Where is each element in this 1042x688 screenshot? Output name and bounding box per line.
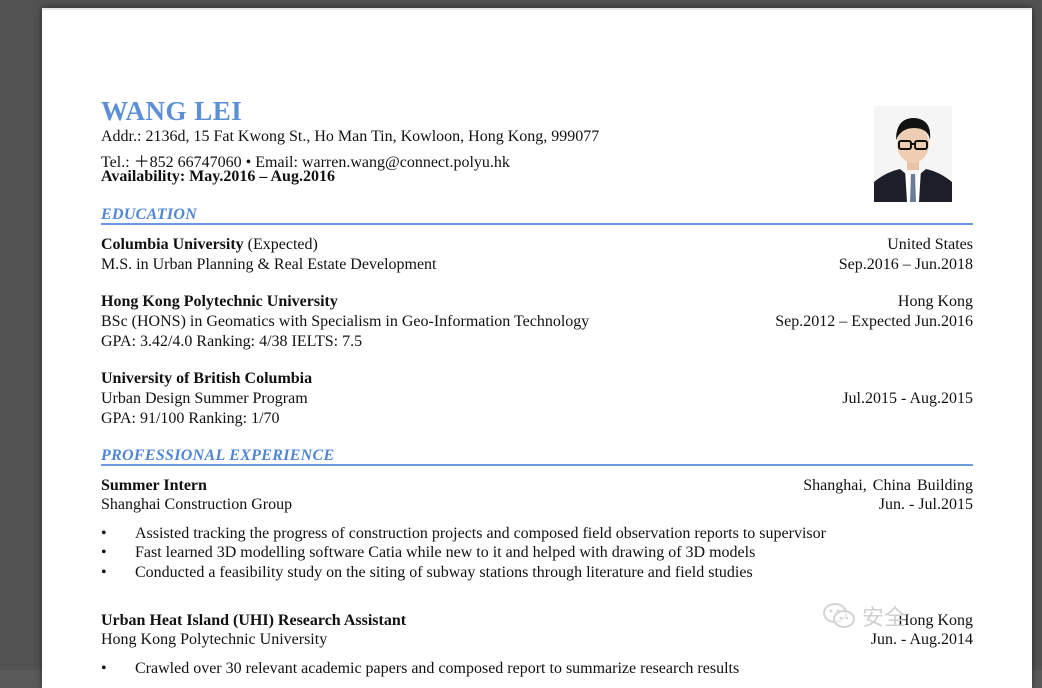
availability-line: Availability: May.2016 – Aug.2016 xyxy=(101,168,335,185)
education-degree: BSc (HONS) in Geomatics with Specialism … xyxy=(101,313,590,330)
bullet-text: Crawled over 30 relevant academic papers… xyxy=(135,660,740,677)
education-location: Hong Kong xyxy=(897,293,973,310)
address-line: Addr.: 2136d, 15 Fat Kwong St., Ho Man T… xyxy=(101,128,600,145)
list-item: • Assisted tracking the progress of const… xyxy=(101,525,826,543)
education-gpa: GPA: 91/100 Ranking: 1/70 xyxy=(101,410,280,427)
experience-dates: Jun. - Jul.2015 xyxy=(878,496,973,513)
list-item: • Fast learned 3D modelling software Cati… xyxy=(101,544,755,562)
education-school: University of British Columbia xyxy=(101,370,313,387)
experience-heading: PROFESSIONAL EXPERIENCE xyxy=(101,447,335,464)
education-degree: M.S. in Urban Planning & Real Estate Dev… xyxy=(101,256,437,273)
education-location: United States xyxy=(887,236,973,253)
watermark-text: 安全 xyxy=(862,606,907,631)
education-degree: Urban Design Summer Program xyxy=(101,390,308,407)
school-name: Columbia University xyxy=(101,236,244,253)
education-dates: Sep.2012 – Expected Jun.2016 xyxy=(775,313,973,330)
education-gpa: GPA: 3.42/4.0 Ranking: 4/38 IELTS: 7.5 xyxy=(101,333,363,350)
page-edge xyxy=(42,8,1032,10)
bullet-marker: • xyxy=(101,660,107,677)
portrait-photo-graphic xyxy=(874,106,952,202)
section-divider xyxy=(101,223,973,225)
school-note: (Expected) xyxy=(243,236,318,253)
experience-role: Summer Intern xyxy=(101,477,207,494)
education-dates: Jul.2015 - Aug.2015 xyxy=(842,390,973,407)
bullet-text: Assisted tracking the progress of constr… xyxy=(135,525,826,542)
list-item: • Crawled over 30 relevant academic paper… xyxy=(101,660,739,678)
bullet-text: Conducted a feasibility study on the sit… xyxy=(135,564,753,581)
bullet-text: Fast learned 3D modelling software Catia… xyxy=(135,544,756,561)
education-heading: EDUCATION xyxy=(101,206,198,223)
bullet-marker: • xyxy=(101,564,107,581)
section-divider xyxy=(101,464,973,466)
experience-role: Urban Heat Island (UHI) Research Assista… xyxy=(101,612,407,629)
experience-org: Shanghai Construction Group xyxy=(101,496,293,513)
experience-org: Hong Kong Polytechnic University xyxy=(101,631,328,648)
watermark: 安全 xyxy=(822,596,982,636)
bullet-marker: • xyxy=(101,525,107,542)
education-dates: Sep.2016 – Jun.2018 xyxy=(838,256,973,273)
wechat-icon xyxy=(823,603,855,628)
pdf-page[interactable]: WANG LEI Addr.: 2136d, 15 Fat Kwong St.,… xyxy=(42,8,1032,688)
list-item: • Conducted a feasibility study on the si… xyxy=(101,564,753,582)
education-school: Hong Kong Polytechnic University xyxy=(101,293,338,310)
experience-location: Shanghai, China Building xyxy=(803,477,973,494)
resume-name: WANG LEI xyxy=(101,96,243,126)
bullet-marker: • xyxy=(101,544,107,561)
portrait-photo xyxy=(874,106,952,202)
education-school: Columbia University (Expected) xyxy=(101,236,318,254)
